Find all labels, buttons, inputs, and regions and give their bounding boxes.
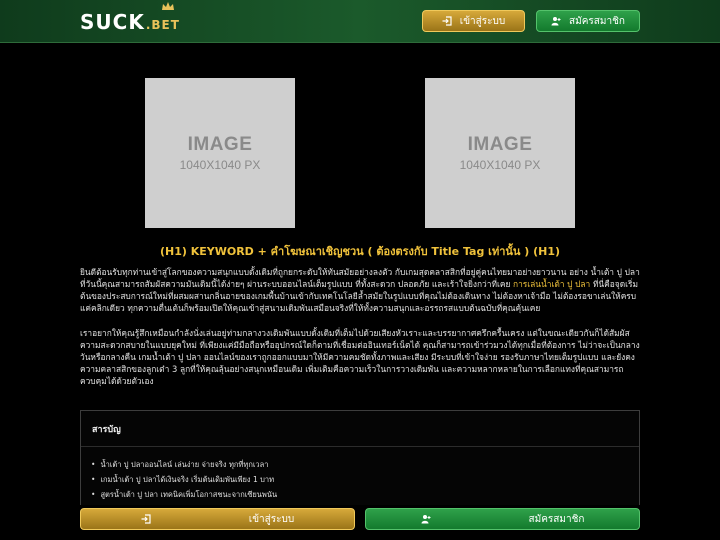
header-register-label: สมัครสมาชิก <box>569 15 625 27</box>
image-placeholder-1: IMAGE 1040X1040 PX <box>145 78 295 228</box>
toc-item[interactable]: สูตรน้ำเต้า ปู ปลา เทคนิคเพิ่มโอกาสชนะจา… <box>91 487 639 502</box>
footer-login-button[interactable]: เข้าสู่ระบบ <box>80 508 355 530</box>
footer-register-label: สมัครสมาชิก <box>528 513 585 525</box>
site-logo[interactable]: SUCK .BET <box>80 2 180 34</box>
sticky-bottom-bar: เข้าสู่ระบบ สมัครสมาชิก <box>0 505 720 540</box>
toc-item[interactable]: น้ำเต้า ปู ปลาออนไลน์ เล่นง่าย จ่ายจริง … <box>91 457 639 472</box>
toc-list: น้ำเต้า ปู ปลาออนไลน์ เล่นง่าย จ่ายจริง … <box>81 447 639 502</box>
toc-title: สารบัญ <box>81 411 639 447</box>
header-register-button[interactable]: สมัครสมาชิก <box>536 10 640 32</box>
header-login-label: เข้าสู่ระบบ <box>459 15 506 27</box>
body-paragraph: เราอยากให้คุณรู้สึกเหมือนกำลังนั่งเล่นอย… <box>80 328 640 386</box>
inline-link[interactable]: การเล่นน้ำเต้า ปู ปลา <box>513 279 590 289</box>
intro-paragraph: ยินดีต้อนรับทุกท่านเข้าสู่โลกของความสนุก… <box>80 266 642 314</box>
header-login-button[interactable]: เข้าสู่ระบบ <box>422 10 525 32</box>
add-user-icon <box>421 515 431 524</box>
image-placeholder-title: IMAGE <box>187 134 253 155</box>
crown-icon <box>162 2 174 10</box>
toc-item[interactable]: เกมน้ำเต้า ปู ปลาได้เงินจริง เริ่มต้นเดิ… <box>91 472 639 487</box>
site-header: SUCK .BET เข้าสู่ระบบ สมัครสมาชิก <box>0 0 720 43</box>
add-user-icon <box>551 17 561 26</box>
login-icon <box>141 514 151 524</box>
image-placeholder-2: IMAGE 1040X1040 PX <box>425 78 575 228</box>
logo-main-text: SUCK <box>80 10 145 34</box>
image-placeholder-size: 1040X1040 PX <box>179 158 261 172</box>
footer-login-label: เข้าสู่ระบบ <box>248 513 295 525</box>
login-icon <box>442 16 452 26</box>
footer-register-button[interactable]: สมัครสมาชิก <box>365 508 640 530</box>
image-placeholder-title: IMAGE <box>467 134 533 155</box>
table-of-contents: สารบัญ น้ำเต้า ปู ปลาออนไลน์ เล่นง่าย จ่… <box>80 410 640 510</box>
page-heading: (H1) KEYWORD + คำโฆษณาเชิญชวน ( ต้องตรงก… <box>159 245 561 258</box>
logo-sub-text: .BET <box>145 18 180 32</box>
image-placeholder-size: 1040X1040 PX <box>459 158 541 172</box>
